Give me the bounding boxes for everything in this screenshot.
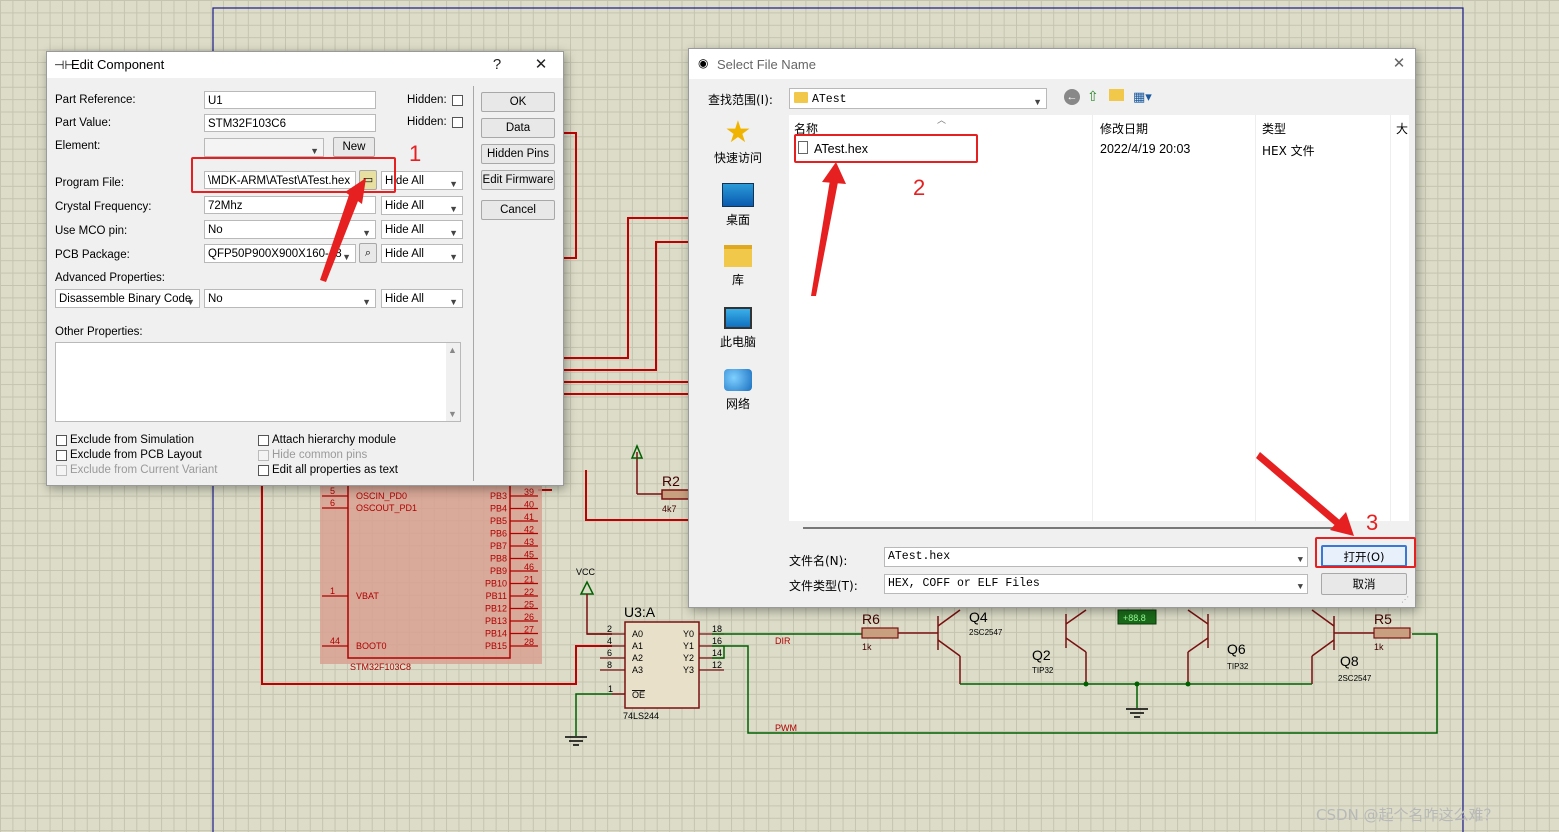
watermark: CSDN @起个名咋这么难？ (1316, 806, 1499, 824)
arrow-2 (811, 180, 838, 296)
arrow-2-head (822, 162, 846, 184)
arrow-3 (1256, 452, 1342, 528)
annotation-arrows (320, 162, 1354, 536)
arrow-1 (320, 192, 360, 282)
